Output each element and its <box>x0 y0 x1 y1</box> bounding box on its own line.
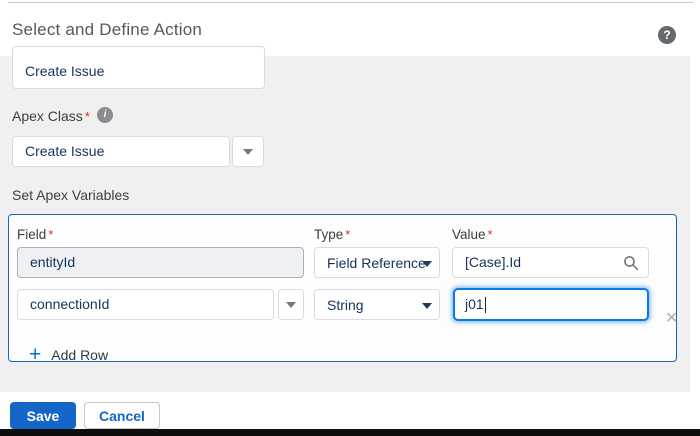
type-select-row1[interactable]: Field Reference <box>314 247 440 278</box>
cancel-button[interactable]: Cancel <box>84 402 160 429</box>
chevron-down-icon <box>243 148 253 155</box>
action-name-value: Create Issue <box>25 63 105 79</box>
value-input-row2-focused[interactable]: j01 <box>453 288 649 321</box>
column-header-type: Type * <box>314 227 351 242</box>
plus-icon: + <box>29 343 42 366</box>
chevron-down-icon <box>422 261 432 267</box>
apex-class-dropdown-button[interactable] <box>232 136 264 167</box>
add-row-button[interactable]: + Add Row <box>29 343 109 366</box>
dialog-footer: Save Cancel <box>0 392 700 430</box>
select-define-action-dialog: Select and Define Action ? Create Issue … <box>0 0 700 436</box>
dialog-top-border <box>8 2 693 3</box>
apex-class-input[interactable]: Create Issue <box>12 136 230 167</box>
window-bottom-edge <box>0 429 700 436</box>
apex-variables-panel: Field * Type * Value * entityId Field Refer… <box>8 214 678 366</box>
field-input-connectionid[interactable]: connectionId <box>17 289 274 320</box>
field-dropdown-button-row2[interactable] <box>278 289 304 320</box>
save-button[interactable]: Save <box>10 402 76 429</box>
action-name-input[interactable]: Create Issue <box>12 46 265 89</box>
type-select-row2[interactable]: String <box>314 289 440 320</box>
info-icon[interactable]: i <box>97 107 113 123</box>
column-header-value: Value * <box>452 227 493 242</box>
add-row-label: Add Row <box>51 347 109 363</box>
field-input-entityid: entityId <box>17 247 304 278</box>
search-icon[interactable] <box>623 255 639 271</box>
page-title: Select and Define Action <box>12 20 203 39</box>
chevron-down-icon <box>422 303 432 309</box>
chevron-down-icon <box>286 301 296 308</box>
dialog-scroll-area: Create Issue Apex Class * i Create Issue … <box>0 46 690 392</box>
text-cursor <box>484 297 486 314</box>
required-asterisk: * <box>345 227 351 242</box>
required-asterisk: * <box>84 109 90 124</box>
remove-row-icon[interactable]: ✕ <box>665 311 678 327</box>
required-asterisk: * <box>487 227 493 242</box>
value-input-row1[interactable]: [Case].Id <box>452 247 649 278</box>
set-apex-variables-label: Set Apex Variables <box>12 187 130 203</box>
apex-class-label: Apex Class * <box>12 108 90 124</box>
help-icon[interactable]: ? <box>658 26 676 44</box>
column-header-field: Field * <box>17 227 54 242</box>
required-asterisk: * <box>48 227 54 242</box>
